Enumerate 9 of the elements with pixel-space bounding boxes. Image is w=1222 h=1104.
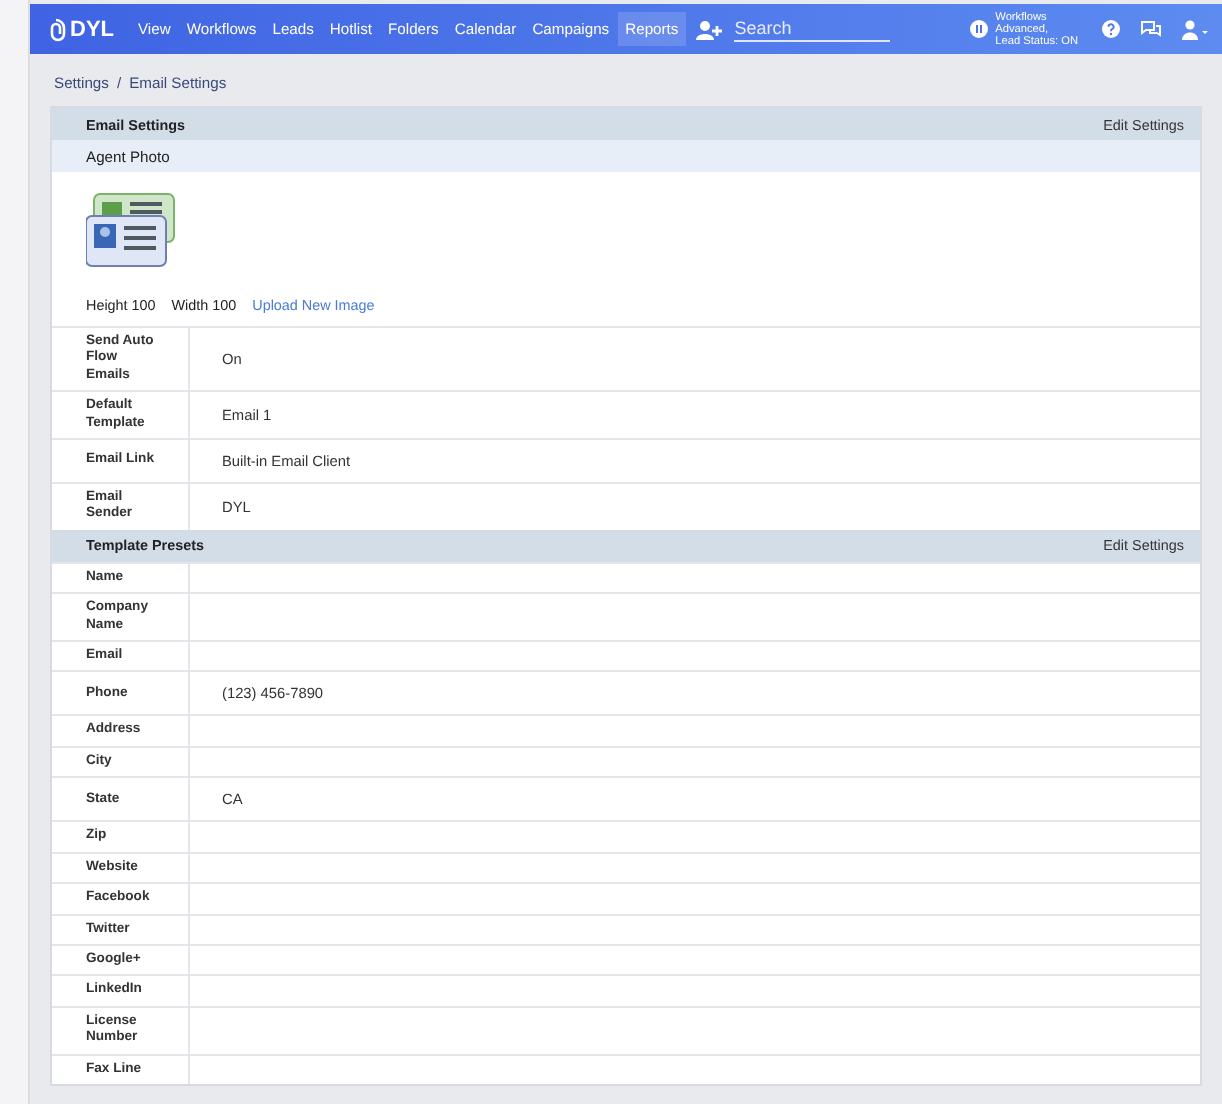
logo-icon <box>46 17 66 41</box>
logo-text[interactable]: DYL <box>70 17 114 41</box>
user-menu-icon[interactable] <box>1182 19 1210 39</box>
add-user-icon[interactable] <box>696 19 723 39</box>
help-icon[interactable] <box>1102 20 1120 38</box>
chat-icon[interactable] <box>1140 20 1162 38</box>
pause-icon[interactable] <box>969 20 988 38</box>
contact-cards-icon <box>86 190 178 270</box>
search-field[interactable]: Search <box>734 16 891 42</box>
